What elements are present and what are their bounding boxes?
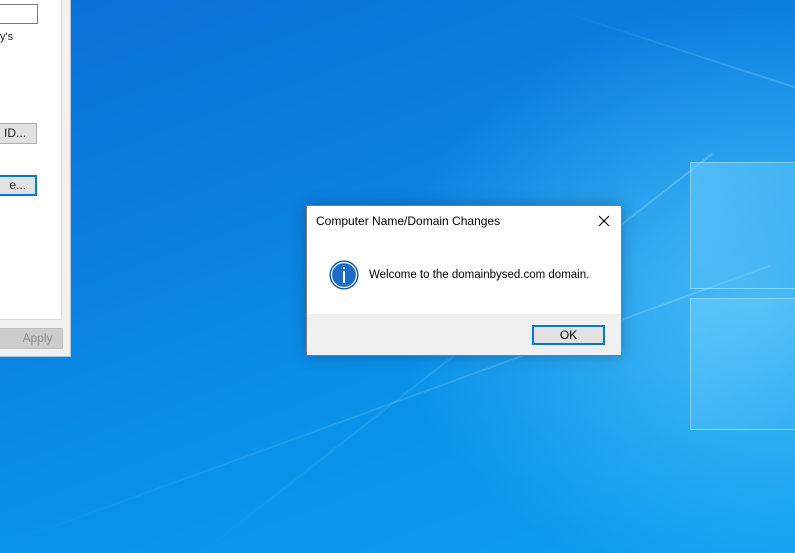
windows-logo: [690, 150, 795, 440]
close-icon: [598, 215, 610, 226]
system-properties-panel: y's ID... e...: [0, 0, 62, 320]
windows-logo-pane: [690, 298, 795, 430]
change-button[interactable]: e...: [0, 175, 37, 196]
system-properties-window: y's ID... e... Apply: [0, 0, 71, 357]
ok-button[interactable]: OK: [532, 325, 605, 345]
dialog-footer: OK: [307, 314, 621, 355]
windows-logo-pane: [690, 162, 795, 289]
apply-button: Apply: [0, 328, 63, 349]
light-beam: [559, 10, 795, 105]
computer-description-field[interactable]: [0, 4, 38, 24]
close-button[interactable]: [587, 206, 621, 235]
dialog-body: Welcome to the domainbysed.com domain.: [307, 235, 621, 314]
network-id-button[interactable]: ID...: [0, 123, 37, 144]
dialog-message: Welcome to the domainbysed.com domain.: [369, 269, 590, 281]
domain-changes-dialog: Computer Name/Domain Changes Welcome to …: [306, 205, 622, 356]
info-icon: [329, 260, 359, 290]
description-hint-text: y's: [0, 31, 14, 43]
dialog-title: Computer Name/Domain Changes: [316, 214, 501, 228]
